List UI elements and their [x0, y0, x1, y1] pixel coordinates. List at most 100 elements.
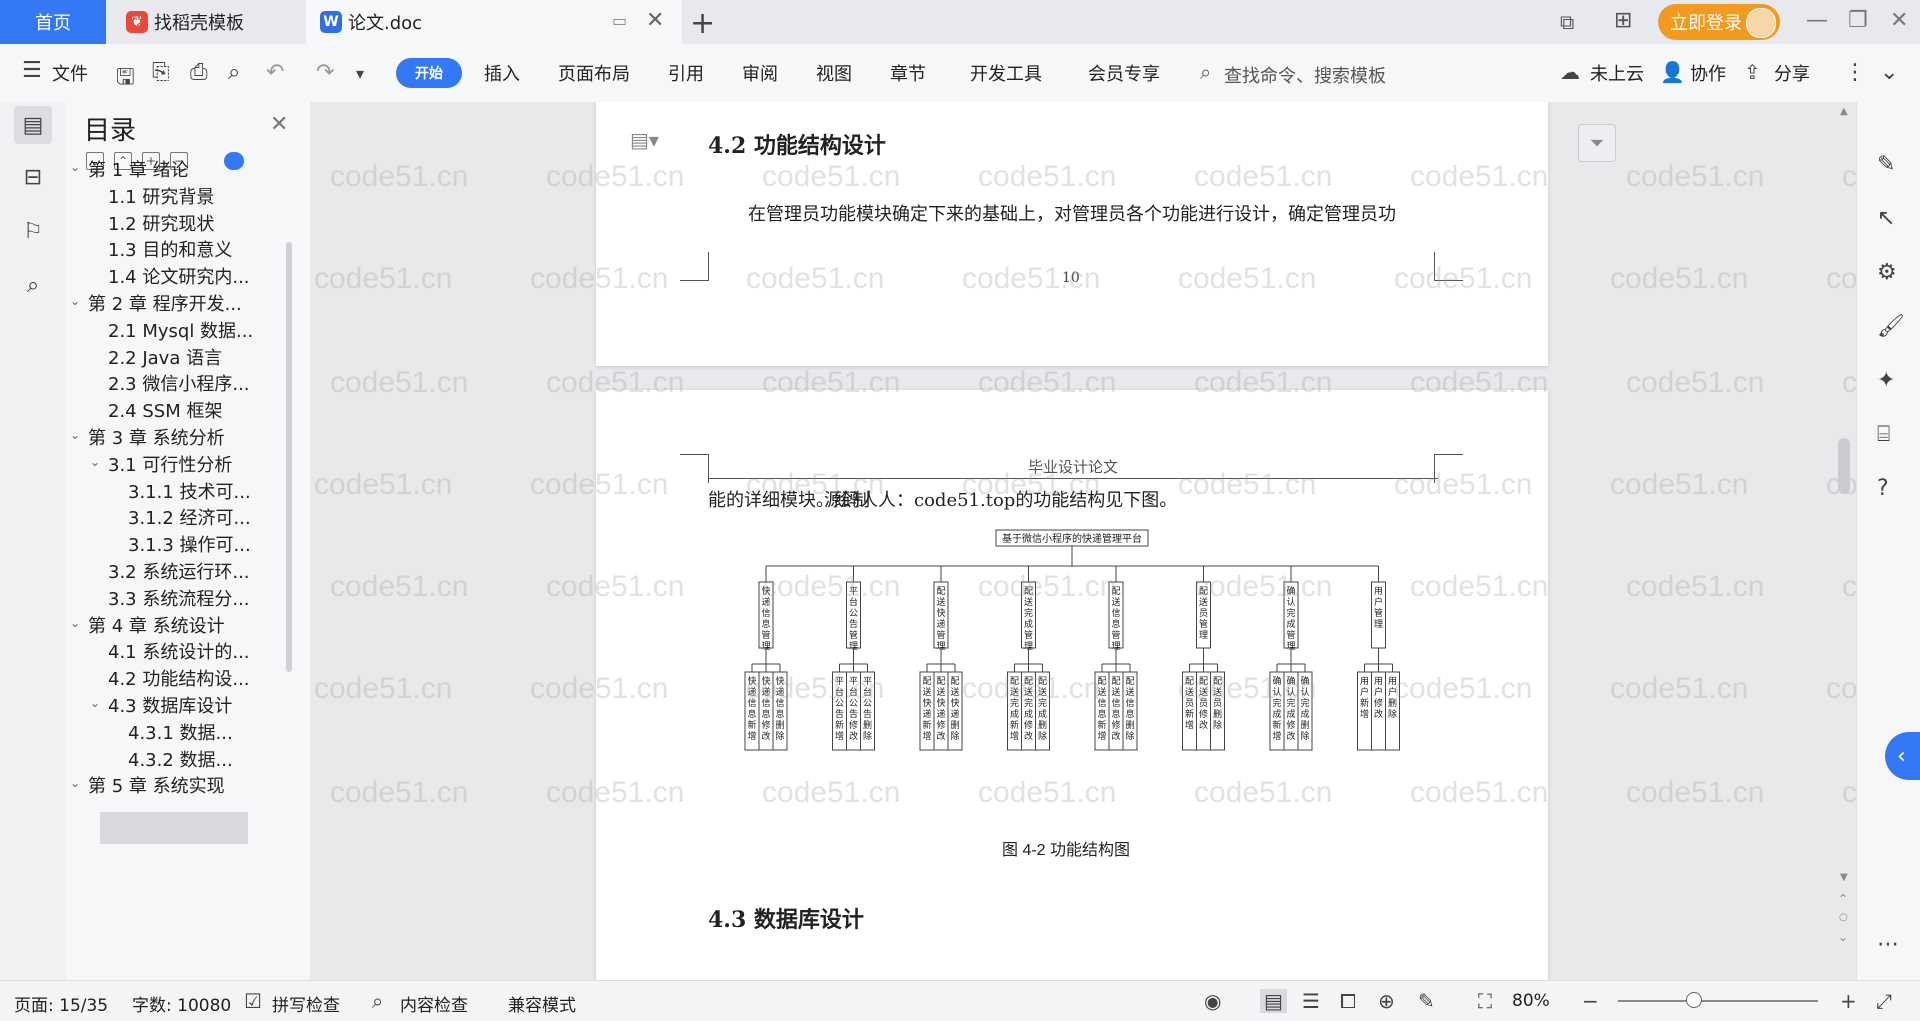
chevron-down-icon[interactable]: ⌄ [70, 428, 80, 442]
toc-section[interactable]: 1.2 研究现状 [108, 210, 214, 236]
window-float-icon[interactable]: ▭ [612, 11, 627, 30]
toc-section[interactable]: 2.4 SSM 框架 [108, 397, 222, 423]
panel-expand-icon[interactable]: ‹ [1885, 732, 1920, 780]
nav-pane-icon[interactable]: ⊟ [14, 158, 52, 196]
select-cursor-icon[interactable]: ↖ [1877, 206, 1895, 231]
zoom-slider[interactable] [1618, 1000, 1818, 1002]
redo-icon[interactable]: ↷ [316, 60, 334, 85]
scroll-top-icon[interactable]: ▲ [1840, 106, 1848, 117]
spell-check-button[interactable]: 拼写检查 [272, 991, 340, 1016]
collab-button[interactable]: 协作 [1690, 60, 1726, 86]
restore-icon[interactable]: ❐ [1848, 8, 1868, 33]
toc-section[interactable]: 3.2 系统运行环... [108, 558, 250, 584]
cloud-status[interactable]: 未上云 [1590, 60, 1644, 86]
layout-icon[interactable]: ⧉ [1560, 10, 1574, 34]
print-icon[interactable]: ⎙ [190, 60, 208, 85]
toc-section[interactable]: ⌄ 4.3 数据库设计 [90, 692, 232, 718]
toc-section[interactable]: 4.2 功能结构设... [108, 665, 250, 691]
chevron-down-icon[interactable]: ⌄ [70, 616, 80, 630]
next-page-icon[interactable]: ⌄ [1838, 930, 1848, 944]
menu-member[interactable]: 会员专享 [1088, 60, 1160, 86]
toc-close-icon[interactable]: ✕ [270, 112, 288, 137]
paragraph[interactable]: 在管理员功能模块确定下来的基础上，对管理员各个功能进行设计，确定管理员功 [748, 200, 1396, 226]
chevron-down-icon[interactable]: ⌄ [70, 294, 80, 308]
toc-chapter[interactable]: ⌄ 第 4 章 系统设计 [70, 612, 225, 638]
zoom-level[interactable]: 80% [1512, 991, 1550, 1011]
toc-section[interactable]: 3.1.2 经济可... [128, 504, 251, 530]
menu-references[interactable]: 引用 [668, 60, 704, 86]
bookmark-icon[interactable]: ⚐ [14, 212, 52, 250]
pen-edit-icon[interactable]: ✎ [1877, 152, 1895, 177]
heading-4-2[interactable]: 4.2 功能结构设计 [708, 128, 886, 160]
toc-section[interactable]: 2.2 Java 语言 [108, 344, 222, 370]
zoom-in-icon[interactable]: + [1840, 989, 1857, 1013]
new-tab-icon[interactable]: + [690, 6, 715, 41]
function-structure-chart[interactable]: 基于微信小程序的快递管理平台快递信息管理快递信息新增快递信息修改快递信息删除平台… [596, 390, 1548, 980]
toc-section[interactable]: 3.3 系统流程分... [108, 585, 250, 611]
apps-grid-icon[interactable]: ⊞ [1614, 8, 1632, 33]
heading-4-3[interactable]: 4.3 数据库设计 [708, 902, 864, 934]
file-menu[interactable]: 文件 [52, 60, 88, 86]
tab-document[interactable]: W 论文.doc ▭ ✕ [306, 0, 682, 44]
toc-section[interactable]: 1.3 目的和意义 [108, 236, 232, 262]
toc-section[interactable]: ⌄ 3.1 可行性分析 [90, 451, 232, 477]
menu-page-layout[interactable]: 页面布局 [558, 60, 630, 86]
zoom-out-icon[interactable]: − [1582, 989, 1599, 1013]
toc-scrollbar[interactable] [286, 242, 292, 672]
content-check-button[interactable]: 内容检查 [400, 991, 468, 1016]
brush-icon[interactable]: 🖌 [1877, 314, 1905, 339]
toc-section[interactable]: 3.1.1 技术可... [128, 478, 251, 504]
web-view-icon[interactable]: ⊕ [1378, 989, 1395, 1013]
write-view-icon[interactable]: ✎ [1418, 989, 1435, 1013]
toc-section[interactable]: 2.3 微信小程序... [108, 370, 250, 396]
toc-section[interactable]: 1.4 论文研究内... [108, 263, 250, 289]
export-icon[interactable]: ⎘ [152, 60, 170, 85]
reader-icon[interactable]: ⌸ [1877, 422, 1890, 447]
chevron-down-icon[interactable]: ⌄ [90, 696, 100, 710]
quick-access-dropdown-icon[interactable]: ▾ [356, 64, 364, 83]
outline-view-icon[interactable]: ☰ [1302, 989, 1320, 1013]
settings-sliders-icon[interactable]: ⚙ [1877, 260, 1897, 285]
more-icon[interactable]: ⋮ [1844, 60, 1866, 85]
chevron-down-icon[interactable]: ⌄ [90, 455, 100, 469]
minimize-icon[interactable]: — [1806, 8, 1828, 33]
command-search[interactable]: ⌕ 查找命令、搜索模板 [1198, 58, 1418, 88]
menu-dev-tools[interactable]: 开发工具 [970, 60, 1042, 86]
share-button[interactable]: 分享 [1774, 60, 1810, 86]
toc-section[interactable]: 2.1 Mysql 数据... [108, 317, 253, 343]
toc-section[interactable]: 1.1 研究背景 [108, 183, 214, 209]
menu-review[interactable]: 审阅 [742, 60, 778, 86]
scroll-down-icon[interactable]: ▼ [1840, 872, 1848, 883]
tab-close-icon[interactable]: ✕ [646, 8, 664, 33]
hamburger-icon[interactable]: ☰ [22, 58, 42, 83]
reading-view-icon[interactable]: ⧠ [1340, 989, 1356, 1013]
toc-panel-icon[interactable]: ▤ [14, 106, 52, 144]
save-icon[interactable]: 🖫 [116, 60, 135, 98]
document-scrollbar[interactable]: ▲ ▼ ⌃ ○ ⌄ [1834, 102, 1854, 980]
toc-section[interactable]: 3.1.3 操作可... [128, 531, 251, 557]
tab-template[interactable]: ❦ 找稻壳模板 [110, 0, 300, 44]
select-browse-icon[interactable]: ○ [1839, 912, 1848, 923]
more-horizontal-icon[interactable]: ⋯ [1877, 932, 1899, 957]
toc-section[interactable]: 4.1 系统设计的... [108, 638, 250, 664]
toc-section[interactable]: 4.3.2 数据... [128, 746, 233, 772]
menu-chapter[interactable]: 章节 [890, 60, 926, 86]
menu-view[interactable]: 视图 [816, 60, 852, 86]
help-icon[interactable]: ? [1877, 476, 1889, 501]
word-count[interactable]: 字数: 10080 [132, 991, 231, 1016]
filter-icon[interactable]: ⏷ [1578, 124, 1616, 162]
undo-icon[interactable]: ↶ [266, 60, 284, 85]
page-menu-icon[interactable]: ▤▾ [630, 128, 659, 152]
window-close-icon[interactable]: ✕ [1890, 8, 1908, 33]
ai-icon[interactable]: ✦ [1877, 368, 1895, 393]
toc-chapter[interactable]: ⌄ 第 5 章 系统实现 [70, 772, 225, 798]
print-preview-icon[interactable]: ⌕ [228, 60, 240, 85]
zoom-slider-thumb[interactable] [1686, 992, 1702, 1008]
page-count[interactable]: 页面: 15/35 [14, 991, 108, 1016]
toc-chapter[interactable]: ⌄ 第 2 章 程序开发... [70, 290, 242, 316]
toc-section[interactable]: 4.3.1 数据... [128, 719, 233, 745]
toc-chapter[interactable]: ⌄ 第 3 章 系统分析 [70, 424, 225, 450]
chevron-down-icon[interactable]: ⌄ [70, 776, 80, 790]
scroll-thumb[interactable] [1838, 438, 1850, 494]
page-view-icon[interactable]: ▤ [1260, 989, 1287, 1013]
